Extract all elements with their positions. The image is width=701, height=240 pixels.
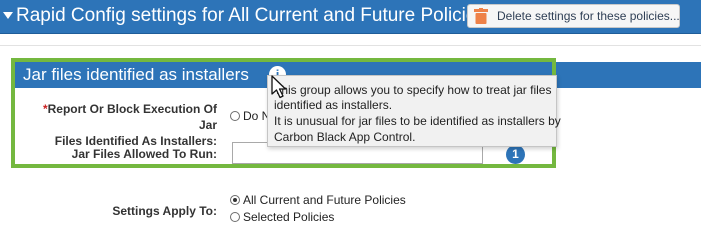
- all-policies-radio[interactable]: [230, 195, 240, 205]
- tooltip-line-4: Carbon Black App Control.: [274, 130, 416, 144]
- report-block-radio[interactable]: [230, 111, 240, 121]
- trash-icon: [474, 8, 488, 24]
- mouse-cursor-icon: [271, 75, 287, 99]
- policy-settings-header: Rapid Config settings for All Current an…: [0, 0, 701, 34]
- delete-settings-button[interactable]: Delete settings for these policies...: [467, 4, 680, 28]
- header-title: Rapid Config settings for All Current an…: [16, 5, 486, 26]
- delete-settings-label: Delete settings for these policies...: [497, 9, 680, 23]
- settings-apply-label-text: Settings Apply To:: [112, 204, 217, 218]
- selected-policies-label: Selected Policies: [243, 210, 335, 224]
- report-block-label: *Report Or Block Execution Of Jar Files …: [22, 101, 217, 149]
- selected-policies-radio[interactable]: [230, 212, 240, 222]
- tooltip-line-3: It is unusual for jar files to be identi…: [274, 114, 561, 128]
- jar-allowed-label: Jar Files Allowed To Run:: [22, 146, 217, 162]
- settings-apply-label: Settings Apply To:: [22, 203, 217, 219]
- caret-down-icon[interactable]: [3, 12, 13, 19]
- tooltip-line-1: This group allows you to specify how to …: [274, 83, 552, 97]
- count-badge: 1: [506, 145, 525, 164]
- report-block-label-line1: Report Or Block Execution Of Jar: [47, 102, 217, 132]
- all-policies-label: All Current and Future Policies: [243, 193, 406, 207]
- panel-divider: [0, 45, 701, 46]
- jar-allowed-label-text: Jar Files Allowed To Run:: [71, 147, 217, 161]
- section-title: Jar files identified as installers: [23, 65, 249, 84]
- tooltip-line-2: identified as installers.: [274, 98, 393, 112]
- info-tooltip: This group allows you to specify how to …: [267, 75, 561, 147]
